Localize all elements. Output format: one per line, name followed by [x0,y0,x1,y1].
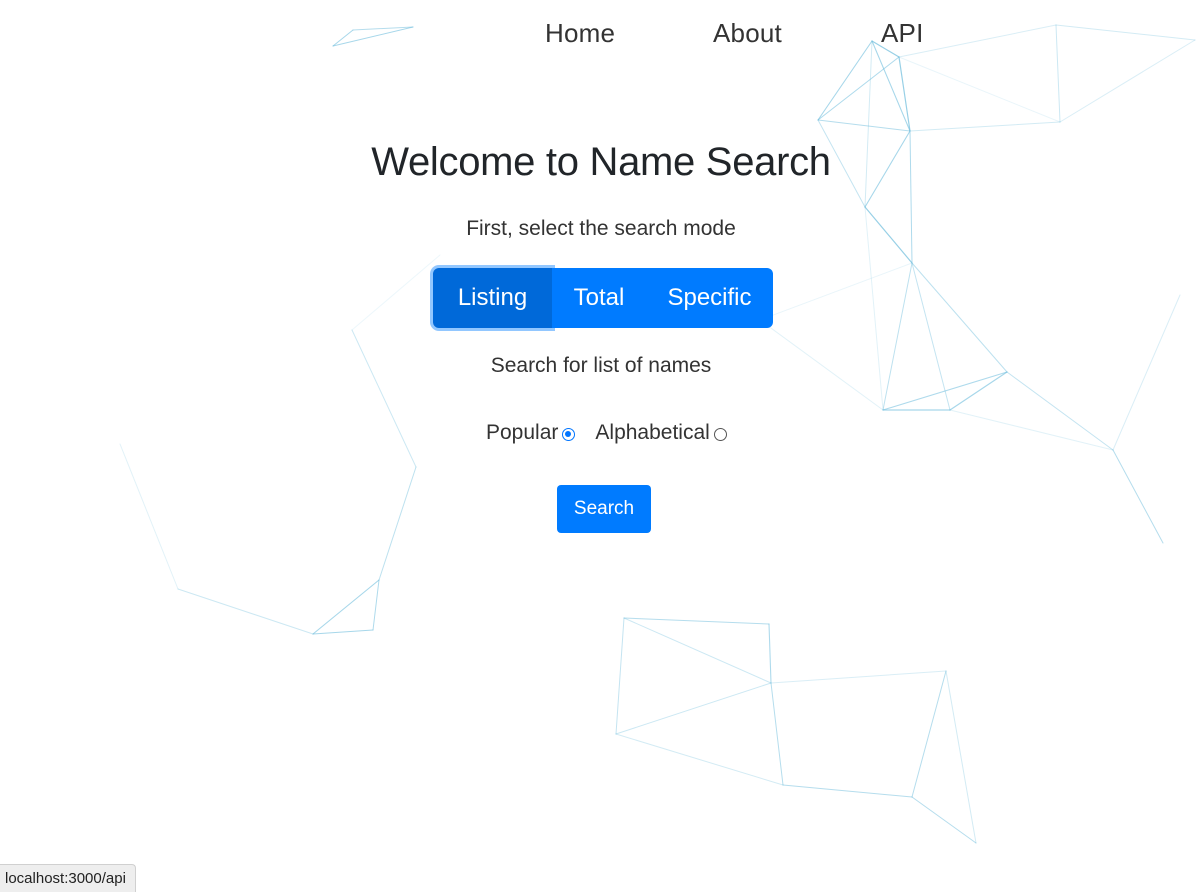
browser-status-bar: localhost:3000/api [0,864,136,892]
page-title: Welcome to Name Search [371,140,831,184]
mode-total-button[interactable]: Total [552,268,646,328]
alphabetical-label: Alphabetical [595,421,710,444]
search-mode-button-group: Listing Total Specific [433,268,773,328]
mode-prompt: First, select the search mode [466,217,736,240]
popular-radio[interactable] [562,427,576,441]
mode-listing-button[interactable]: Listing [433,268,552,328]
nav-link-home[interactable]: Home [545,18,615,49]
nav-link-about[interactable]: About [713,18,782,49]
sort-options: Popular Alphabetical [486,419,727,447]
search-button[interactable]: Search [557,485,651,533]
top-nav: Home About API [0,18,1202,58]
popular-label: Popular [486,421,559,444]
nav-link-api[interactable]: API [881,18,924,49]
mode-description: Search for list of names [490,354,712,377]
alphabetical-radio[interactable] [713,427,727,441]
mode-specific-button[interactable]: Specific [646,268,773,328]
